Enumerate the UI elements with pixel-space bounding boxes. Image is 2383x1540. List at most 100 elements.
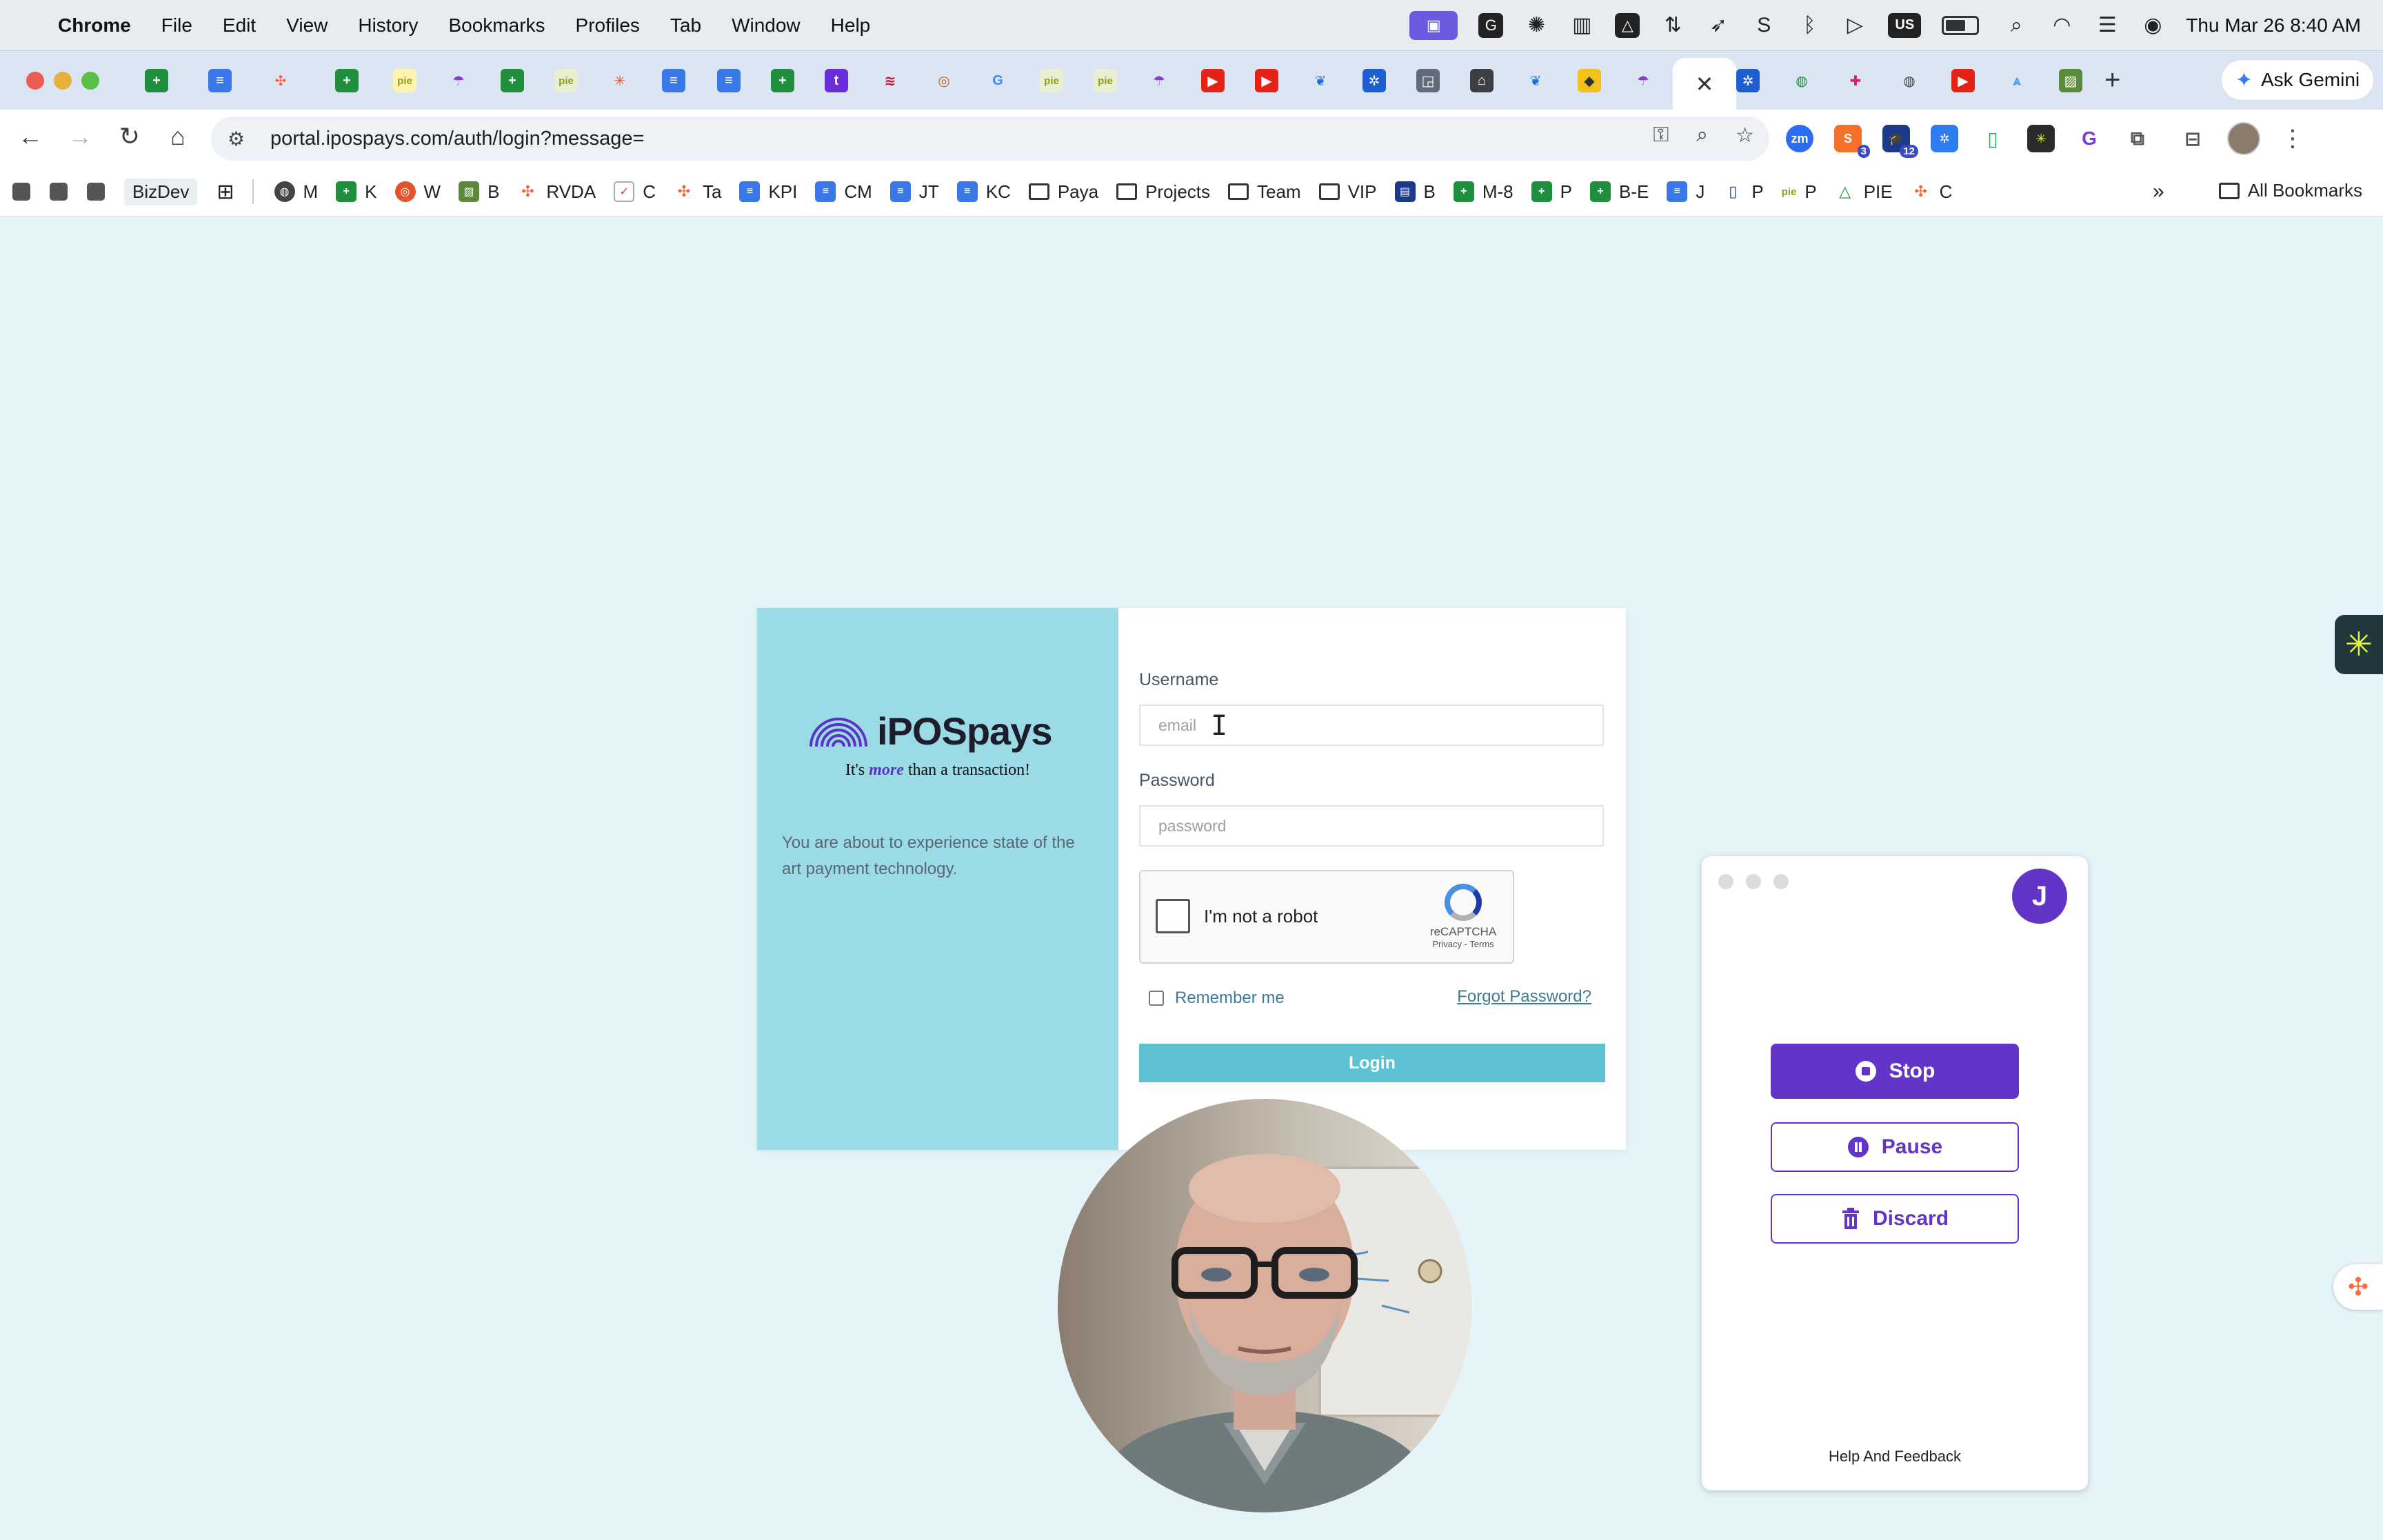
- bookmark-item[interactable]: ▨ B: [459, 181, 499, 203]
- recorder-close-dot[interactable]: [1718, 874, 1733, 889]
- tab-pie-icon[interactable]: pie: [393, 69, 416, 92]
- bookmark-square-icon[interactable]: [87, 183, 105, 201]
- back-button[interactable]: ←: [14, 122, 47, 151]
- zoom-extension-icon[interactable]: zm: [1786, 125, 1813, 152]
- wifi-icon[interactable]: ◠: [2049, 13, 2074, 38]
- tab-pie-icon[interactable]: pie: [554, 69, 578, 92]
- menu-app-chrome[interactable]: Chrome: [58, 14, 131, 37]
- g-extension-icon[interactable]: G: [2075, 125, 2103, 152]
- recaptcha-links[interactable]: Privacy - Terms: [1429, 939, 1498, 949]
- bookmark-star-icon[interactable]: ☆: [1736, 123, 1754, 148]
- bookmark-item[interactable]: ≡ CM: [815, 181, 872, 203]
- bookmark-item[interactable]: ✣ C: [1911, 181, 1952, 203]
- tab-globe-icon[interactable]: ◍: [1898, 69, 1921, 92]
- menu-file[interactable]: File: [161, 14, 192, 37]
- bookmark-item[interactable]: ✣ RVDA: [517, 181, 596, 203]
- reload-button[interactable]: ↻: [113, 122, 146, 151]
- menu-bar-clock[interactable]: Thu Mar 26 8:40 AM: [2186, 14, 2361, 37]
- address-bar-url[interactable]: portal.ipospays.com/auth/login?message=: [270, 128, 644, 150]
- tab-hubspot-icon[interactable]: ✣: [269, 69, 292, 92]
- tab-yellow-app-icon[interactable]: ◆: [1578, 69, 1601, 92]
- bookmark-item[interactable]: + B-E: [1589, 181, 1649, 203]
- graduation-cap-extension-icon[interactable]: 🎓 12: [1882, 125, 1918, 158]
- bookmark-folder-paya[interactable]: Paya: [1028, 181, 1098, 203]
- feather-icon[interactable]: ➶: [1706, 13, 1731, 38]
- dollar-s-icon[interactable]: S: [1751, 13, 1776, 38]
- zoom-icon[interactable]: ⌕: [1696, 123, 1708, 148]
- spotlight-search-icon[interactable]: ⌕: [2004, 13, 2029, 38]
- bookmark-item[interactable]: ✓ C: [614, 181, 656, 203]
- menu-window[interactable]: Window: [732, 14, 801, 37]
- all-bookmarks-button[interactable]: All Bookmarks: [2218, 180, 2362, 201]
- tab-umbrella-icon[interactable]: ☂: [447, 69, 470, 92]
- input-source-badge[interactable]: US: [1888, 12, 1922, 38]
- tab-docs-icon[interactable]: ≡: [717, 69, 741, 92]
- recorder-minimize-dot[interactable]: [1746, 874, 1761, 889]
- bookmark-item[interactable]: ≡ KPI: [739, 181, 797, 203]
- bookmark-square-icon[interactable]: [50, 183, 68, 201]
- bookmarks-overflow-icon[interactable]: »: [2153, 180, 2164, 203]
- address-bar[interactable]: ⚙ portal.ipospays.com/auth/login?message…: [211, 116, 1769, 161]
- recorder-user-avatar[interactable]: J: [2012, 869, 2067, 924]
- bookmark-item[interactable]: + P: [1531, 181, 1572, 203]
- remember-me[interactable]: Remember me: [1149, 989, 1285, 1008]
- tab-pie-icon[interactable]: pie: [1040, 69, 1063, 92]
- forward-button[interactable]: →: [63, 122, 97, 151]
- play-circle-icon[interactable]: ▷: [1842, 13, 1867, 38]
- tab-bird-icon[interactable]: ❦: [1309, 69, 1332, 92]
- discard-recording-button[interactable]: Discard: [1771, 1194, 2019, 1244]
- bookmark-folder-team[interactable]: Team: [1228, 181, 1301, 203]
- bookmark-square-icon[interactable]: [12, 183, 30, 201]
- tab-chart-app-icon[interactable]: ▨: [2059, 69, 2082, 92]
- stop-recording-button[interactable]: Stop: [1771, 1044, 2019, 1099]
- bookmark-folder-projects[interactable]: Projects: [1116, 181, 1210, 203]
- tab-sheets-icon[interactable]: +: [145, 69, 168, 92]
- bookmark-item[interactable]: △ PIE: [1835, 181, 1892, 203]
- password-input[interactable]: password: [1139, 805, 1604, 847]
- window-zoom-button[interactable]: [81, 72, 99, 90]
- siri-icon[interactable]: ◉: [2140, 13, 2165, 38]
- new-tab-button[interactable]: +: [2104, 65, 2120, 96]
- asterisk-side-widget-icon[interactable]: ✳: [2335, 615, 2383, 674]
- grammarly-icon[interactable]: G: [1478, 12, 1504, 38]
- battery-icon[interactable]: [1942, 15, 1980, 35]
- tab-pie-icon[interactable]: pie: [1094, 69, 1117, 92]
- chrome-menu-icon[interactable]: ⋮: [2281, 125, 2304, 152]
- bookmark-item[interactable]: + K: [336, 181, 377, 203]
- help-and-feedback-link[interactable]: Help And Feedback: [1702, 1448, 2088, 1466]
- bookmark-item[interactable]: ◍ M: [274, 181, 318, 203]
- profile-avatar[interactable]: [2227, 122, 2260, 155]
- home-button[interactable]: ⌂: [161, 122, 194, 151]
- username-input[interactable]: email: [1139, 705, 1604, 746]
- stats-bars-icon[interactable]: ▥: [1569, 13, 1594, 38]
- bookmark-item[interactable]: ≡ JT: [889, 181, 939, 203]
- bookmark-bizdev[interactable]: BizDev: [124, 178, 198, 205]
- drive-status-icon[interactable]: △: [1615, 12, 1640, 38]
- tab-institution-icon[interactable]: ⌂: [1470, 69, 1494, 92]
- hubspot-extension-icon[interactable]: S3: [1834, 125, 1870, 158]
- bookmark-item[interactable]: ◎ W: [394, 181, 441, 203]
- remember-me-checkbox[interactable]: [1149, 991, 1164, 1006]
- tab-sheets-icon[interactable]: +: [335, 69, 359, 92]
- puzzle-extensions-icon[interactable]: ⧉: [2124, 125, 2151, 152]
- bookmark-folder-vip[interactable]: VIP: [1318, 181, 1377, 203]
- webcam-bubble[interactable]: [1058, 1099, 1471, 1512]
- tab-globe-icon[interactable]: ◎: [932, 69, 956, 92]
- bookmark-item[interactable]: ▤ B: [1394, 181, 1436, 203]
- tab-teams-icon[interactable]: t: [825, 69, 848, 92]
- site-info-icon[interactable]: ⚙: [228, 128, 255, 150]
- tab-gear-app-icon[interactable]: ✲: [1736, 69, 1760, 92]
- tab-sheets-icon[interactable]: +: [771, 69, 794, 92]
- menu-profiles[interactable]: Profiles: [576, 14, 640, 37]
- tab-umbrella-icon[interactable]: ☂: [1147, 69, 1171, 92]
- tab-slack-icon[interactable]: ✚: [1844, 69, 1867, 92]
- menu-help[interactable]: Help: [831, 14, 871, 37]
- window-close-button[interactable]: [26, 72, 44, 90]
- loom-status-icon[interactable]: ✺: [1524, 13, 1549, 38]
- reading-mode-icon[interactable]: ⊟: [2179, 125, 2206, 152]
- tab-youtube-icon[interactable]: ▶: [1201, 69, 1225, 92]
- menu-view[interactable]: View: [286, 14, 328, 37]
- tab-gear-app-icon[interactable]: ✲: [1363, 69, 1386, 92]
- bookmark-item[interactable]: + M-8: [1453, 181, 1514, 203]
- recorder-zoom-dot[interactable]: [1773, 874, 1789, 889]
